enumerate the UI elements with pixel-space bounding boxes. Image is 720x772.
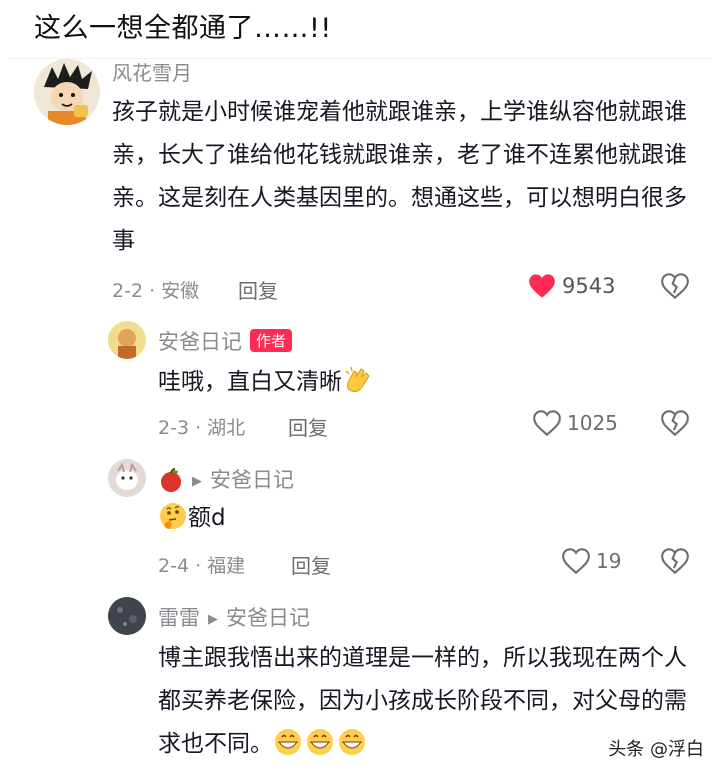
reply-button[interactable]: 回复 [291, 550, 331, 579]
comment-meta: 2-3 · 湖北 [158, 417, 246, 439]
reply-arrow-icon: ▶ [192, 474, 202, 489]
author-badge: 作者 [250, 329, 293, 352]
avatar-image-icon [108, 459, 146, 497]
comment-username[interactable]: 风花雪月 [112, 57, 192, 86]
heart-filled-icon [529, 274, 555, 298]
comment-text: 孩子就是小时候谁宠着他就跟谁亲，上学谁纵容他就跟谁亲，长大了谁给他花钱就跟谁亲，… [112, 99, 687, 254]
like-button[interactable]: 9543 [528, 273, 615, 299]
username-text[interactable]: 安爸日记 [158, 330, 242, 354]
like-count: 19 [596, 549, 622, 573]
comment-text-content: 额d [188, 505, 226, 531]
avatar[interactable] [34, 59, 100, 125]
comment-username[interactable]: ▶ 安爸日记 [158, 464, 294, 498]
reply-arrow-icon: ▶ [208, 612, 218, 627]
comment-username[interactable]: 雷雷 ▶ 安爸日记 [158, 602, 310, 632]
username-text[interactable]: 雷雷 [158, 606, 200, 630]
reply-to-username[interactable]: 安爸日记 [210, 468, 294, 492]
avatar-image-icon [108, 597, 146, 635]
like-button[interactable]: 19 [562, 548, 621, 574]
avatar[interactable] [108, 459, 146, 497]
avatar[interactable] [108, 597, 146, 635]
comment-text-content: 哇哦，直白又清晰 [158, 369, 342, 395]
comment-list: 风花雪月 孩子就是小时候谁宠着他就跟谁亲，上学谁纵容他就跟谁亲，长大了谁给他花钱… [8, 58, 712, 772]
clapping-hands-icon [342, 365, 372, 410]
like-count: 1025 [567, 411, 618, 435]
broken-heart-icon [661, 548, 689, 575]
like-count: 9543 [562, 274, 616, 298]
comment-meta: 2-2 · 安徽 [112, 280, 200, 302]
broken-heart-icon [661, 273, 689, 300]
grinning-face-icon [273, 727, 369, 772]
avatar[interactable] [108, 321, 146, 359]
heart-outline-icon [562, 548, 590, 574]
comment-text: 额d [158, 497, 698, 546]
watermark: 头条 @浮白 [604, 735, 708, 761]
post-title: 这么一想全都通了……!! [34, 13, 332, 44]
cartoon-avatar-icon [34, 59, 100, 125]
reply-button[interactable]: 回复 [238, 275, 278, 304]
comment-username[interactable]: 安爸日记 作者 [158, 326, 293, 356]
comment-meta: 2-4 · 福建 [158, 555, 246, 577]
reply-button[interactable]: 回复 [288, 412, 328, 441]
avatar-image-icon [108, 321, 146, 359]
dislike-button[interactable] [661, 548, 689, 578]
dislike-button[interactable] [661, 273, 689, 303]
apple-icon [158, 467, 184, 498]
reply-to-username[interactable]: 安爸日记 [226, 606, 310, 630]
heart-outline-icon [533, 410, 561, 436]
thinking-face-icon [158, 501, 188, 546]
like-button[interactable]: 1025 [533, 410, 618, 436]
broken-heart-icon [661, 410, 689, 437]
dislike-button[interactable] [661, 410, 689, 440]
comment-text: 哇哦，直白又清晰 [158, 361, 698, 410]
